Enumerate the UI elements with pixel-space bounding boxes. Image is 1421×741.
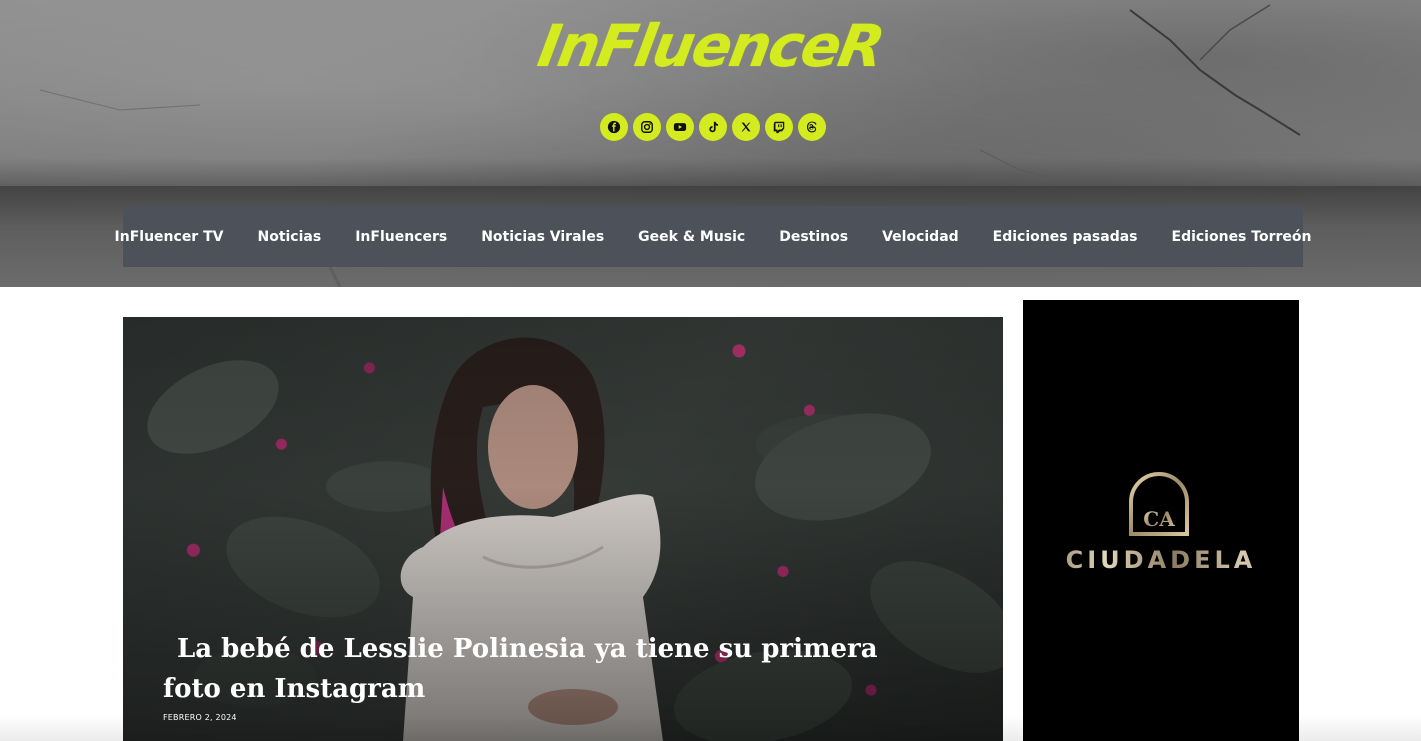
facebook-icon[interactable] — [600, 113, 628, 141]
svg-text:CA: CA — [1143, 507, 1175, 531]
nav-item-influencers[interactable]: InFluencers — [338, 229, 464, 245]
article-date: FEBRERO 2, 2024 — [163, 713, 237, 722]
article-title[interactable]: La bebé de Lesslie Polinesia ya tiene su… — [163, 629, 923, 709]
ciudadela-emblem-icon: CA — [1129, 472, 1189, 536]
x-icon[interactable] — [732, 113, 760, 141]
instagram-icon[interactable] — [633, 113, 661, 141]
sidebar-ad-ciudadela[interactable]: CA CIUDADELA — [1023, 300, 1299, 741]
twitch-icon[interactable] — [765, 113, 793, 141]
social-links — [600, 113, 826, 141]
featured-article[interactable]: La bebé de Lesslie Polinesia ya tiene su… — [123, 317, 1003, 741]
nav-item-ediciones-pasadas[interactable]: Ediciones pasadas — [976, 229, 1155, 245]
ad-brand-name: CIUDADELA — [1023, 546, 1299, 574]
nav-item-influencer-tv[interactable]: InFluencer TV — [98, 229, 241, 245]
nav-item-noticias[interactable]: Noticias — [240, 229, 338, 245]
nav-item-noticias-virales[interactable]: Noticias Virales — [464, 229, 621, 245]
nav-item-geek-music[interactable]: Geek & Music — [621, 229, 762, 245]
site-header: InFluenceR InFluencer TV Noticias InFlue… — [0, 0, 1421, 287]
nav-item-destinos[interactable]: Destinos — [762, 229, 865, 245]
nav-item-velocidad[interactable]: Velocidad — [865, 229, 976, 245]
tiktok-icon[interactable] — [699, 113, 727, 141]
nav-item-ediciones-torreon[interactable]: Ediciones Torreón — [1155, 229, 1329, 245]
main-nav: InFluencer TV Noticias InFluencers Notic… — [115, 206, 1311, 267]
site-logo[interactable]: InFluenceR — [0, 10, 1421, 82]
youtube-icon[interactable] — [666, 113, 694, 141]
threads-icon[interactable] — [798, 113, 826, 141]
